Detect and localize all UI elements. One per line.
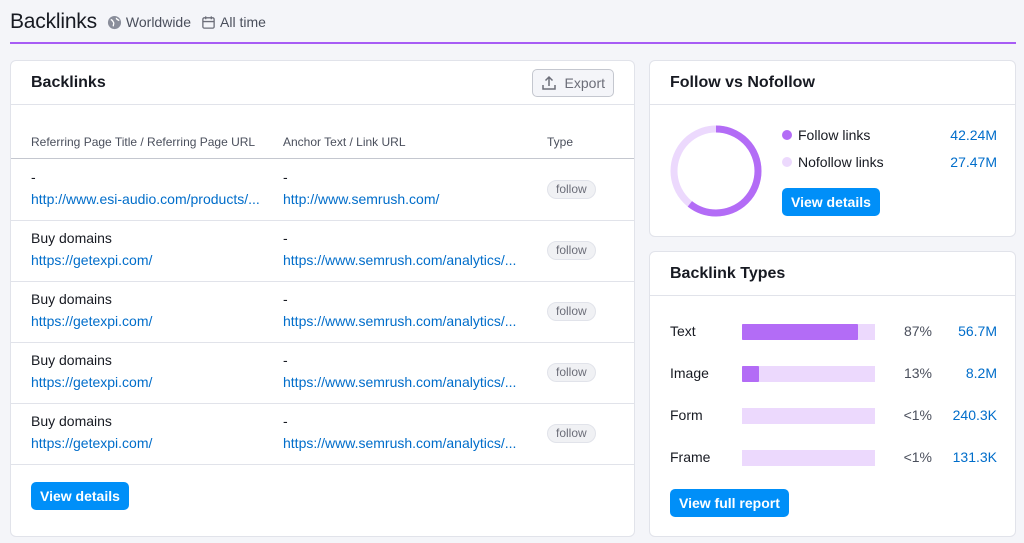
link-url[interactable]: https://www.semrush.com/analytics/... <box>283 251 521 269</box>
follow-view-details-button[interactable]: View details <box>782 188 880 216</box>
type-value[interactable]: 56.7M <box>958 323 997 339</box>
follow-label: Follow links <box>798 127 871 143</box>
type-percent: <1% <box>903 407 932 423</box>
referring-page-title: Buy domains <box>31 413 112 429</box>
referring-page-url[interactable]: https://getexpi.com/ <box>31 312 269 330</box>
type-value[interactable]: 240.3K <box>953 407 997 423</box>
nofollow-label: Nofollow links <box>798 154 884 170</box>
type-bar-fill <box>742 366 760 382</box>
column-anchor-text: Anchor Text / Link URL <box>283 135 406 149</box>
type-bar <box>742 408 875 424</box>
table-row: Buy domains https://getexpi.com/ - https:/… <box>11 343 634 404</box>
type-row-text: Text 87% 56.7M <box>670 322 1000 342</box>
type-label: Text <box>670 323 696 339</box>
referring-page-title: Buy domains <box>31 230 112 246</box>
follow-value[interactable]: 42.24M <box>950 127 997 143</box>
page-title: Backlinks <box>10 10 97 33</box>
header-divider <box>10 42 1016 44</box>
view-full-report-button[interactable]: View full report <box>670 489 789 517</box>
link-url[interactable]: http://www.semrush.com/ <box>283 190 521 208</box>
type-label: Frame <box>670 449 711 465</box>
upload-icon <box>541 75 557 91</box>
column-type: Type <box>547 135 574 149</box>
type-badge: follow <box>547 363 596 382</box>
follow-nofollow-card: Follow vs Nofollow Follow links 42.24M N… <box>649 60 1016 237</box>
table-row: Buy domains https://getexpi.com/ - https:/… <box>11 221 634 282</box>
type-badge: follow <box>547 424 596 443</box>
region-label: Worldwide <box>125 14 192 30</box>
types-card-header: Backlink Types <box>650 252 1015 296</box>
backlinks-card-header: Backlinks Export <box>11 61 634 105</box>
anchor-text: - <box>283 291 288 307</box>
types-card-title: Backlink Types <box>670 264 786 282</box>
type-percent: 13% <box>903 365 932 381</box>
follow-donut-chart <box>670 125 762 217</box>
follow-card-header: Follow vs Nofollow <box>650 61 1015 105</box>
referring-page-url[interactable]: https://getexpi.com/ <box>31 373 269 391</box>
type-badge: follow <box>547 180 596 199</box>
backlinks-card-title: Backlinks <box>31 73 106 91</box>
referring-page-title: Buy domains <box>31 352 112 368</box>
link-url[interactable]: https://www.semrush.com/analytics/... <box>283 312 521 330</box>
nofollow-dot <box>782 157 792 167</box>
type-bar-fill <box>742 324 858 340</box>
type-bar <box>742 450 875 466</box>
type-badge: follow <box>547 302 596 321</box>
type-row-frame: Frame <1% 131.3K <box>670 448 1000 468</box>
legend-nofollow: Nofollow links 27.47M <box>782 154 997 170</box>
type-percent: <1% <box>903 449 932 465</box>
legend-follow: Follow links 42.24M <box>782 127 997 143</box>
table-row: Buy domains https://getexpi.com/ - https:/… <box>11 282 634 343</box>
referring-page-title: - <box>31 169 36 185</box>
view-details-button[interactable]: View details <box>31 482 129 510</box>
type-bar <box>742 324 875 340</box>
type-value[interactable]: 131.3K <box>953 449 997 465</box>
referring-page-url[interactable]: https://getexpi.com/ <box>31 251 269 269</box>
table-header: Referring Page Title / Referring Page UR… <box>11 129 634 159</box>
export-button[interactable]: Export <box>531 68 614 97</box>
anchor-text: - <box>283 230 288 246</box>
type-value[interactable]: 8.2M <box>966 365 997 381</box>
backlinks-card: Backlinks Export Referring Page Title / … <box>10 60 635 537</box>
type-percent: 87% <box>903 323 932 339</box>
table-row: Buy domains https://getexpi.com/ - https:/… <box>11 404 634 465</box>
export-label: Export <box>564 74 605 91</box>
column-referring-page: Referring Page Title / Referring Page UR… <box>31 135 256 149</box>
type-bar <box>742 366 875 382</box>
anchor-text: - <box>283 352 288 368</box>
page-header: Backlinks Worldwide All time <box>0 0 1024 44</box>
link-url[interactable]: https://www.semrush.com/analytics/... <box>283 373 521 391</box>
anchor-text: - <box>283 169 288 185</box>
table-row: - http://www.esi-audio.com/products/... -… <box>11 160 634 221</box>
backlink-types-card: Backlink Types Text 87% 56.7M Image 13% … <box>649 251 1016 537</box>
type-label: Form <box>670 407 703 423</box>
type-badge: follow <box>547 241 596 260</box>
type-row-form: Form <1% 240.3K <box>670 406 1000 426</box>
follow-dot <box>782 130 792 140</box>
period-label: All time <box>220 14 266 30</box>
calendar-icon <box>201 15 216 30</box>
period-selector[interactable]: All time <box>201 14 266 30</box>
referring-page-url[interactable]: http://www.esi-audio.com/products/... <box>31 190 269 208</box>
referring-page-title: Buy domains <box>31 291 112 307</box>
type-row-image: Image 13% 8.2M <box>670 364 1000 384</box>
link-url[interactable]: https://www.semrush.com/analytics/... <box>283 434 521 452</box>
anchor-text: - <box>283 413 288 429</box>
type-label: Image <box>670 365 709 381</box>
region-selector[interactable]: Worldwide <box>107 14 191 30</box>
globe-icon <box>107 15 122 30</box>
referring-page-url[interactable]: https://getexpi.com/ <box>31 434 269 452</box>
follow-card-title: Follow vs Nofollow <box>670 73 815 91</box>
nofollow-value[interactable]: 27.47M <box>950 154 997 170</box>
